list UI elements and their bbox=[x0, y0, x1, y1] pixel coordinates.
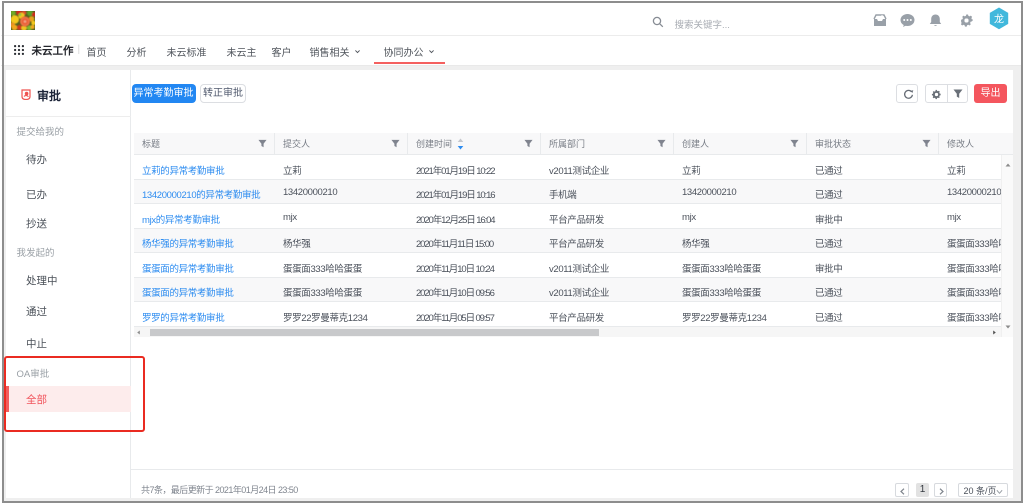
svg-text:龙: 龙 bbox=[994, 12, 1004, 25]
